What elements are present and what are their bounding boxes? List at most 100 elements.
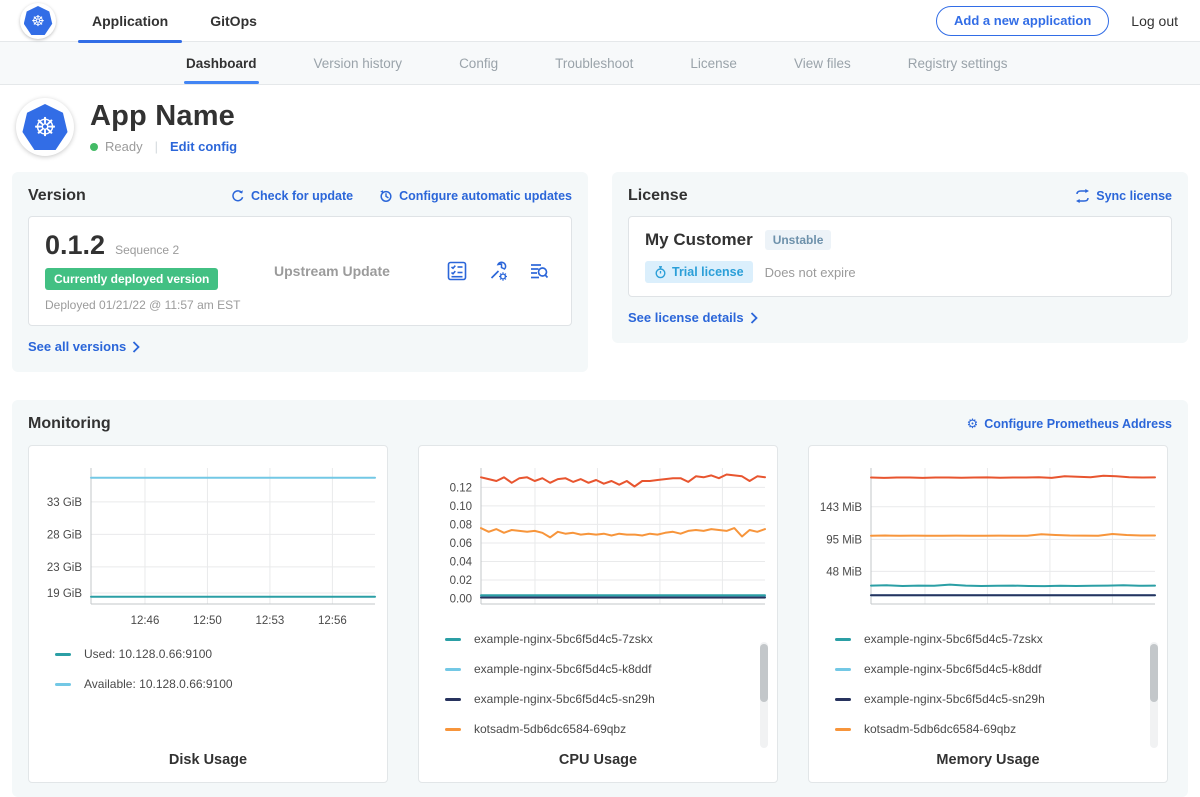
check-for-update-link[interactable]: Check for update [231, 189, 353, 203]
legend-swatch [835, 728, 851, 731]
legend-swatch [445, 638, 461, 641]
license-card-title: License [628, 187, 1049, 205]
cpu-usage-panel: 0.000.020.040.060.080.100.1212:4612:5012… [418, 445, 778, 783]
divider: | [155, 139, 158, 154]
license-expiry: Does not expire [765, 265, 856, 280]
chevron-right-icon [132, 341, 140, 353]
license-card: License Sync license My Customer Unstabl… [612, 172, 1188, 343]
topnav-tab-application[interactable]: Application [78, 0, 182, 42]
svg-text:12:46: 12:46 [131, 615, 160, 627]
cpu-usage-legend: example-nginx-5bc6f5d4c5-7zskx example-ng… [445, 632, 777, 752]
chart-title: Disk Usage [29, 752, 387, 768]
tab-license[interactable]: License [690, 42, 737, 84]
kubernetes-logo: ☸ [20, 3, 56, 39]
legend-swatch [835, 638, 851, 641]
svg-text:23 GiB: 23 GiB [47, 562, 82, 574]
page-title: App Name [90, 100, 237, 133]
app-header: ☸ App Name Ready | Edit config [0, 85, 1200, 172]
scrollbar-thumb[interactable] [1150, 644, 1158, 702]
gear-icon: ⚙ [967, 418, 979, 431]
monitoring-card: Monitoring ⚙ Configure Prometheus Addres… [12, 400, 1188, 797]
config-wrench-icon[interactable] [486, 259, 510, 283]
tab-view-files[interactable]: View files [794, 42, 851, 84]
legend-swatch [55, 683, 71, 686]
kubernetes-helm-icon: ☸ [22, 104, 68, 150]
logout-button[interactable]: Log out [1131, 13, 1178, 29]
legend-swatch [445, 728, 461, 731]
stopwatch-icon [654, 266, 667, 279]
legend-scrollbar[interactable] [760, 642, 768, 748]
see-license-details-link[interactable]: See license details [628, 310, 758, 325]
legend-swatch [835, 698, 851, 701]
legend-swatch [835, 668, 851, 671]
scrollbar-thumb[interactable] [760, 644, 768, 702]
tab-version-history[interactable]: Version history [314, 42, 403, 84]
add-application-button[interactable]: Add a new application [936, 6, 1109, 36]
legend-label: example-nginx-5bc6f5d4c5-k8ddf [864, 662, 1041, 676]
svg-text:33 GiB: 33 GiB [47, 497, 82, 509]
status-badge: Ready [105, 139, 143, 154]
memory-usage-panel: 48 MiB95 MiB143 MiB12:4612:5012:5312:56 … [808, 445, 1168, 783]
legend-swatch [445, 668, 461, 671]
refresh-icon [231, 189, 245, 203]
legend-label: example-nginx-5bc6f5d4c5-7zskx [474, 632, 653, 646]
configure-automatic-updates-link[interactable]: Configure automatic updates [379, 189, 572, 203]
version-source-label: Upstream Update [270, 230, 445, 312]
see-all-versions-link[interactable]: See all versions [28, 339, 140, 354]
svg-text:0.12: 0.12 [450, 482, 472, 494]
legend-item: kotsadm-5db6dc6584-69qbz [445, 722, 777, 736]
tab-registry-settings[interactable]: Registry settings [908, 42, 1008, 84]
topnav-tab-gitops[interactable]: GitOps [196, 0, 271, 42]
preflight-checklist-icon[interactable] [445, 259, 469, 283]
chevron-right-icon [750, 312, 758, 324]
tab-config[interactable]: Config [459, 42, 498, 84]
legend-label: kotsadm-5db6dc6584-69qbz [474, 722, 626, 736]
legend-item: kotsadm-5db6dc6584-69qbz [835, 722, 1167, 736]
tab-troubleshoot[interactable]: Troubleshoot [555, 42, 633, 84]
clock-update-icon [379, 189, 393, 203]
app-avatar: ☸ [16, 98, 74, 156]
svg-text:12:50: 12:50 [193, 615, 222, 627]
disk-usage-chart: 19 GiB23 GiB28 GiB33 GiB12:4612:5012:531… [35, 460, 381, 630]
svg-text:0.08: 0.08 [450, 519, 472, 531]
legend-scrollbar[interactable] [1150, 642, 1158, 748]
version-card-title: Version [28, 187, 205, 205]
chart-title: CPU Usage [419, 752, 777, 768]
legend-item: example-nginx-5bc6f5d4c5-k8ddf [835, 662, 1167, 676]
top-navbar: ☸ Application GitOps Add a new applicati… [0, 0, 1200, 42]
file-diff-icon[interactable] [527, 259, 551, 283]
legend-item: example-nginx-5bc6f5d4c5-k8ddf [445, 662, 777, 676]
legend-item: example-nginx-5bc6f5d4c5-sn29h [835, 692, 1167, 706]
svg-text:28 GiB: 28 GiB [47, 529, 82, 541]
version-sequence: Sequence 2 [115, 243, 179, 257]
svg-text:0.00: 0.00 [450, 593, 472, 605]
monitoring-title: Monitoring [28, 415, 941, 433]
svg-text:0.06: 0.06 [450, 538, 472, 550]
legend-swatch [445, 698, 461, 701]
edit-config-link[interactable]: Edit config [170, 139, 237, 154]
current-version-box: 0.1.2 Sequence 2 Currently deployed vers… [28, 216, 572, 326]
sync-license-link[interactable]: Sync license [1075, 189, 1172, 203]
tab-dashboard[interactable]: Dashboard [186, 42, 257, 84]
legend-item: example-nginx-5bc6f5d4c5-7zskx [445, 632, 777, 646]
legend-label: example-nginx-5bc6f5d4c5-7zskx [864, 632, 1043, 646]
version-number: 0.1.2 [45, 230, 105, 261]
legend-label: Available: 10.128.0.66:9100 [84, 677, 233, 691]
cpu-usage-chart: 0.000.020.040.060.080.100.1212:4612:5012… [425, 460, 771, 615]
memory-usage-chart: 48 MiB95 MiB143 MiB12:4612:5012:5312:56 [815, 460, 1161, 615]
legend-label: Used: 10.128.0.66:9100 [84, 647, 212, 661]
legend-item: example-nginx-5bc6f5d4c5-7zskx [835, 632, 1167, 646]
svg-text:0.02: 0.02 [450, 575, 472, 587]
legend-label: example-nginx-5bc6f5d4c5-sn29h [864, 692, 1045, 706]
legend-label: example-nginx-5bc6f5d4c5-k8ddf [474, 662, 651, 676]
disk-usage-panel: 19 GiB23 GiB28 GiB33 GiB12:4612:5012:531… [28, 445, 388, 783]
deployed-timestamp: Deployed 01/21/22 @ 11:57 am EST [45, 298, 270, 312]
sync-icon [1075, 189, 1090, 203]
configure-prometheus-link[interactable]: ⚙ Configure Prometheus Address [967, 417, 1172, 431]
channel-badge: Unstable [765, 230, 832, 250]
svg-text:48 MiB: 48 MiB [826, 566, 862, 578]
chart-title: Memory Usage [809, 752, 1167, 768]
disk-usage-legend: Used: 10.128.0.66:9100 Available: 10.128.… [55, 647, 387, 752]
status-ready-dot [90, 143, 98, 151]
version-card: Version Check for update Configure autom… [12, 172, 588, 372]
